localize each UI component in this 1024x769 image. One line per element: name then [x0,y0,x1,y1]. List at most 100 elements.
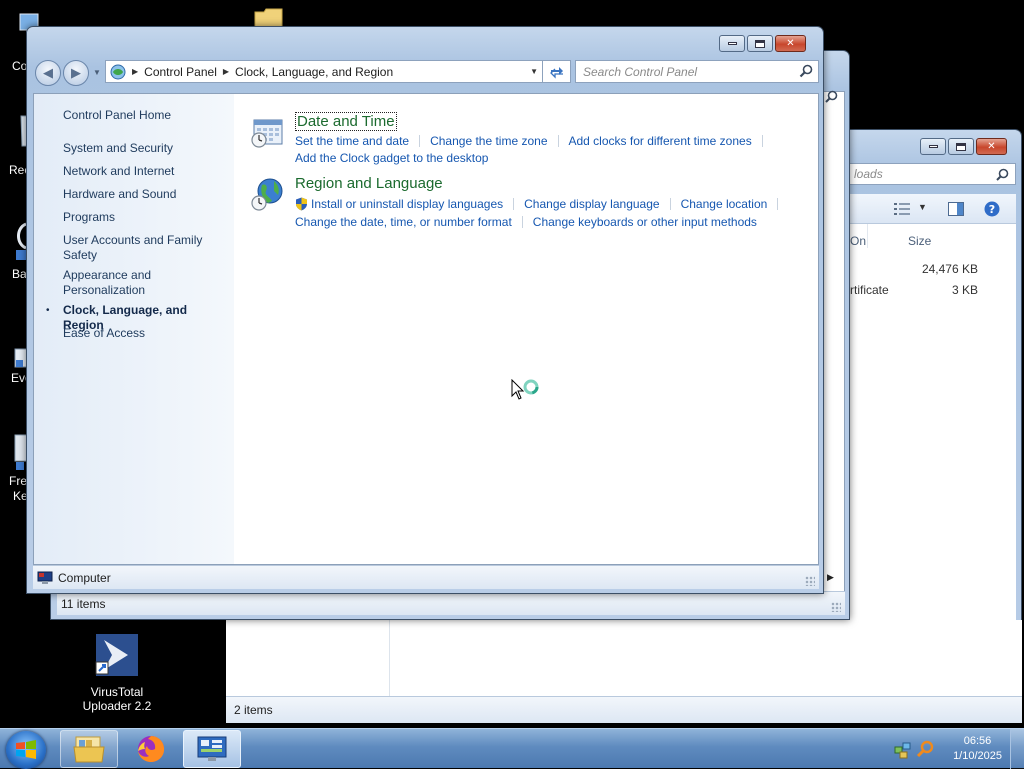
explorer-close-button[interactable]: ✕ [976,138,1007,155]
network-tray-icon[interactable] [894,741,912,759]
explorer-navigation-pane [230,620,390,696]
status-location: Computer [58,570,111,585]
change-keyboards-link[interactable]: Change keyboards or other input methods [533,215,757,229]
free-key-label-line1[interactable]: Fre [9,474,27,488]
search-icon[interactable] [825,90,838,103]
file-name: rtificate [850,283,889,297]
view-options-icon[interactable] [894,203,910,215]
notification-area: 06:56 1/10/2025 [884,729,1024,769]
help-icon[interactable]: ? [984,201,1000,217]
task-divider [521,216,523,228]
sidebar-item-appearance[interactable]: Appearance and Personalization [63,268,228,298]
resize-grip-icon[interactable] [831,602,841,612]
folder-library-icon [73,736,105,763]
preview-pane-icon[interactable] [948,202,964,216]
search-icon[interactable] [996,168,1009,181]
computer-icon [37,571,53,584]
refresh-button[interactable] [543,60,571,83]
taskbar-control-panel-button[interactable] [183,730,241,768]
explorer-caption-buttons: ✕ [918,138,1007,155]
explorer-address-bar[interactable]: loads [850,163,1016,185]
system-clock[interactable]: 06:56 1/10/2025 [953,734,1002,764]
taskbar-firefox-button[interactable] [122,730,180,768]
add-clocks-link[interactable]: Add clocks for different time zones [569,134,752,148]
file-row[interactable]: 24,476 KB [850,262,1016,282]
explorer-status-bar: 2 items [226,696,1022,723]
sidebar-item-programs[interactable]: Programs [63,210,228,225]
task-divider [513,198,515,210]
left-navigation-pane: Control Panel Home System and Security N… [34,94,234,564]
region-and-language-title[interactable]: Region and Language [295,175,443,192]
start-button[interactable] [6,731,46,769]
breadcrumb-clock-language-region[interactable]: Clock, Language, and Region [235,65,393,79]
maximize-button[interactable] [747,35,773,52]
clock-time: 06:56 [963,735,992,747]
minimize-button[interactable] [719,35,745,52]
sidebar-item-network-internet[interactable]: Network and Internet [63,164,228,179]
show-desktop-button[interactable] [1010,729,1024,769]
column-header-size[interactable]: Size [908,224,1008,248]
sidebar-item-label: User Accounts and Family [63,233,203,247]
task-divider [419,135,421,147]
folder-desktop-icon[interactable] [254,8,284,28]
change-date-time-number-format-link[interactable]: Change the date, time, or number format [295,215,512,229]
sidebar-item-hardware-sound[interactable]: Hardware and Sound [63,187,228,202]
forward-button[interactable]: ▶ [63,60,89,86]
sidebar-item-user-accounts[interactable]: User Accounts and Family Safety [63,233,228,263]
control-panel-home-link[interactable]: Control Panel Home [63,108,171,122]
recent-pages-dropdown[interactable]: ▼ [93,68,101,77]
chevron-down-icon[interactable]: ▼ [918,202,927,212]
busy-cursor-icon [511,379,539,400]
sidebar-item-system-security[interactable]: System and Security [63,141,228,156]
close-button[interactable]: ✕ [775,35,806,52]
date-and-time-tasks-row2: Add the Clock gadget to the desktop [295,151,488,165]
explorer-minimize-button[interactable] [920,138,946,155]
address-history-dropdown[interactable]: ▼ [530,67,538,76]
forward-arrow-icon: ▶ [71,65,81,80]
explorer-maximize-button[interactable] [948,138,974,155]
back-button[interactable]: ◀ [35,60,61,86]
virustotal-uploader-shortcut[interactable]: VirusTotal Uploader 2.2 [83,632,151,713]
install-display-languages-link[interactable]: Install or uninstall display languages [311,197,503,211]
search-input[interactable] [576,61,786,82]
breadcrumb-separator-icon[interactable]: ▶ [132,67,138,76]
change-time-zone-link[interactable]: Change the time zone [430,134,547,148]
breadcrumb-separator-icon[interactable]: ▶ [223,67,229,76]
task-divider [557,135,559,147]
column-header-date-modified[interactable]: On [850,224,868,248]
search-box[interactable] [575,60,819,83]
breadcrumb-control-panel[interactable]: Control Panel [144,65,217,79]
search-icon[interactable] [799,64,813,78]
address-bar[interactable]: ▶ Control Panel ▶ Clock, Language, and R… [105,60,543,83]
control-panel-taskbar-icon [197,736,227,761]
svg-text:?: ? [989,203,995,216]
windows-logo-icon [16,740,36,759]
explorer-lower-area: 2 items [226,620,1022,723]
sidebar-item-label: Programs [63,210,116,224]
add-clock-gadget-link[interactable]: Add the Clock gadget to the desktop [295,151,488,165]
change-display-language-link[interactable]: Change display language [524,197,659,211]
change-location-link[interactable]: Change location [681,197,768,211]
virustotal-label-line1: VirusTotal [90,685,144,699]
task-divider [761,135,763,147]
file-size: 24,476 KB [921,262,978,276]
control-panel-window[interactable]: ✕ ◀ ▶ ▼ ▶ Control Panel ▶ Clock, Languag… [26,26,824,594]
search-tray-icon[interactable] [916,740,934,758]
sidebar-item-ease-of-access[interactable]: Ease of Access [63,326,228,341]
refresh-icon [549,66,563,79]
resize-grip-icon[interactable] [805,576,815,586]
task-divider [777,198,779,210]
file-size: 3 KB [951,283,978,297]
set-time-and-date-link[interactable]: Set the time and date [295,134,409,148]
sidebar-item-label: Ease of Access [63,326,146,340]
scroll-right-arrow-icon[interactable]: ▶ [827,572,834,583]
file-row[interactable]: rtificate 3 KB [850,283,1016,303]
backup-label[interactable]: Ba [12,267,27,281]
background-item-count: 11 items [61,597,106,611]
taskbar-explorer-button[interactable] [60,730,118,768]
explorer-item-count: 2 items [234,703,273,717]
sidebar-item-label: Network and Internet [63,164,175,178]
sidebar-item-label: Hardware and Sound [63,187,177,201]
date-and-time-title[interactable]: Date and Time [295,112,397,131]
region-language-tasks-row2: Change the date, time, or number format … [295,215,757,229]
